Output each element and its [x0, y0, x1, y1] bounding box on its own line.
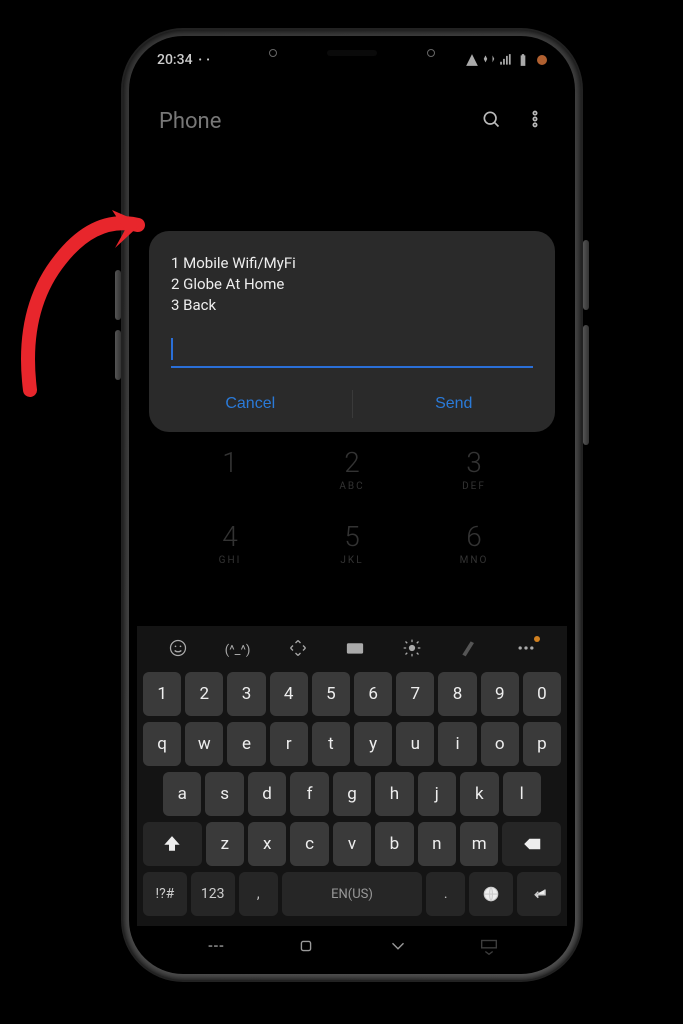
side-button [583, 325, 589, 445]
android-navbar [129, 928, 575, 968]
key-i[interactable]: i [438, 722, 476, 766]
ussd-menu-text: 1 Mobile Wifi/MyFi 2 Globe At Home 3 Bac… [171, 253, 533, 316]
key-m[interactable]: m [460, 822, 498, 866]
key-u[interactable]: u [396, 722, 434, 766]
volume-down-button [115, 330, 121, 380]
key-f[interactable]: f [290, 772, 328, 816]
vibrate-icon [482, 53, 496, 67]
key-p[interactable]: p [523, 722, 561, 766]
more-icon[interactable] [516, 638, 536, 662]
app-header: Phone [129, 91, 575, 151]
key-0[interactable]: 0 [523, 672, 561, 716]
key-e[interactable]: e [227, 722, 265, 766]
notch [237, 36, 467, 70]
space-key[interactable]: EN(US) [282, 872, 422, 916]
key-x[interactable]: x [248, 822, 286, 866]
key-4[interactable]: 4 [270, 672, 308, 716]
settings-icon[interactable] [402, 638, 422, 662]
keyboard-icon[interactable] [345, 638, 365, 662]
key-8[interactable]: 8 [438, 672, 476, 716]
back-button[interactable] [387, 935, 409, 961]
key-2[interactable]: 2 [185, 672, 223, 716]
phone-frame: 20:34 • • Phone 1 [123, 30, 581, 980]
key-n[interactable]: n [418, 822, 456, 866]
key-d[interactable]: d [248, 772, 286, 816]
expand-icon[interactable] [288, 638, 308, 662]
more-icon[interactable] [525, 109, 545, 133]
key-c[interactable]: c [290, 822, 328, 866]
volume-up-button [115, 270, 121, 320]
key-q[interactable]: q [143, 722, 181, 766]
comma-key[interactable]: , [239, 872, 278, 916]
status-time: 20:34 [157, 52, 193, 68]
signal-icon [499, 53, 513, 67]
soft-keyboard: (^_^) 1234567890 qwertyuiop asdfghjkl zx… [137, 626, 567, 926]
key-l[interactable]: l [503, 772, 541, 816]
side-button [583, 240, 589, 310]
backspace-key[interactable] [502, 822, 561, 866]
page-title: Phone [159, 109, 221, 134]
key-7[interactable]: 7 [396, 672, 434, 716]
keyboard-hide-icon[interactable] [478, 935, 500, 961]
battery-icon [516, 53, 530, 67]
key-j[interactable]: j [418, 772, 456, 816]
key-9[interactable]: 9 [481, 672, 519, 716]
enter-key[interactable] [517, 872, 561, 916]
recents-button[interactable] [204, 935, 226, 961]
dial-pad: 1 2ABC 3DEF 4GHI 5JKL 6MNO [169, 446, 535, 566]
key-h[interactable]: h [375, 772, 413, 816]
key-6[interactable]: 6 [354, 672, 392, 716]
key-1[interactable]: 1 [143, 672, 181, 716]
key-k[interactable]: k [460, 772, 498, 816]
key-b[interactable]: b [375, 822, 413, 866]
key-w[interactable]: w [185, 722, 223, 766]
handwriting-icon[interactable] [459, 638, 479, 662]
cancel-button[interactable]: Cancel [149, 376, 352, 432]
emoji-icon[interactable] [168, 638, 188, 662]
search-icon[interactable] [481, 109, 501, 133]
key-g[interactable]: g [333, 772, 371, 816]
period-key[interactable]: . [426, 872, 465, 916]
key-r[interactable]: r [270, 722, 308, 766]
ussd-input[interactable] [171, 334, 533, 368]
language-key[interactable] [469, 872, 513, 916]
key-t[interactable]: t [312, 722, 350, 766]
send-button[interactable]: Send [353, 376, 556, 432]
key-3[interactable]: 3 [227, 672, 265, 716]
ussd-dialog: 1 Mobile Wifi/MyFi 2 Globe At Home 3 Bac… [149, 231, 555, 432]
notification-dot [537, 55, 547, 65]
shift-key[interactable] [143, 822, 202, 866]
symbols-key[interactable]: !?# [143, 872, 187, 916]
key-a[interactable]: a [163, 772, 201, 816]
key-s[interactable]: s [205, 772, 243, 816]
key-z[interactable]: z [206, 822, 244, 866]
key-o[interactable]: o [481, 722, 519, 766]
status-icon [465, 53, 479, 67]
numbers-key[interactable]: 123 [191, 872, 235, 916]
home-button[interactable] [295, 935, 317, 961]
kaomoji-icon[interactable]: (^_^) [225, 643, 251, 658]
key-v[interactable]: v [333, 822, 371, 866]
key-y[interactable]: y [354, 722, 392, 766]
key-5[interactable]: 5 [312, 672, 350, 716]
